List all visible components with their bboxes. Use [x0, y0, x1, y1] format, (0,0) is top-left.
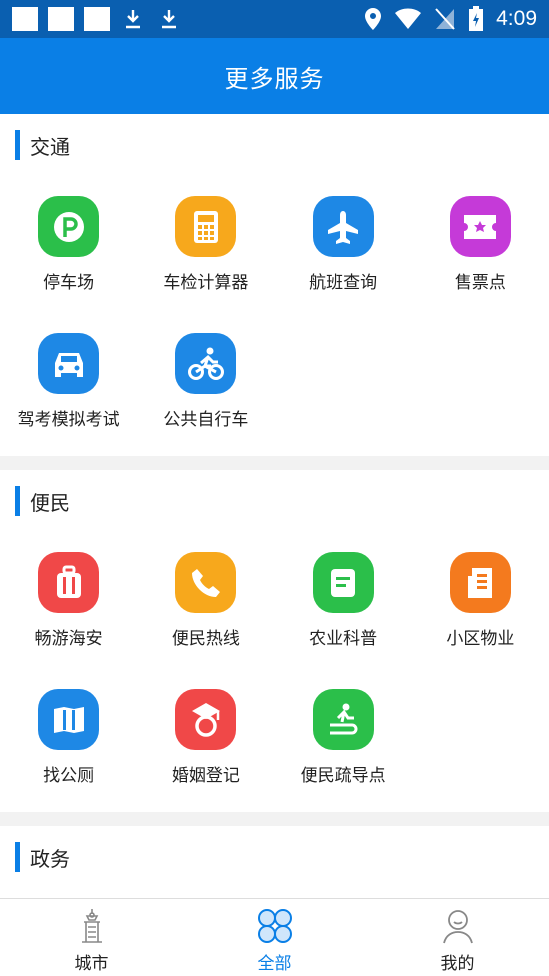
tab-all[interactable]: 全部: [183, 899, 366, 976]
page-title: 更多服务: [0, 38, 549, 114]
notification-icon: [48, 7, 74, 31]
service-agri-science[interactable]: 农业科普: [275, 532, 412, 669]
service-find-toilet[interactable]: 找公厕: [0, 669, 137, 806]
service-guide-point[interactable]: 便民疏导点: [275, 669, 412, 806]
guide-icon: [312, 689, 374, 750]
tab-mine[interactable]: 我的: [366, 899, 549, 976]
download-icon: [126, 10, 140, 29]
calculator-icon: [175, 196, 237, 257]
section-convenience: 便民 畅游海安 便民热线 农业科普 小区物业 找公厕 婚姻登记 便民疏导点: [0, 470, 549, 812]
section-title: 便民: [30, 490, 70, 515]
service-property[interactable]: 小区物业: [412, 532, 549, 669]
location-icon: [365, 8, 382, 30]
wifi-icon: [395, 8, 422, 29]
notification-icon: [84, 7, 110, 31]
battery-icon: [469, 6, 484, 31]
download-icon: [162, 10, 176, 29]
parking-icon: [38, 196, 100, 257]
service-driving-test[interactable]: 驾考模拟考试: [0, 313, 137, 450]
service-hotline[interactable]: 便民热线: [137, 532, 274, 669]
section-title: 政务: [30, 846, 70, 871]
map-icon: [38, 689, 100, 750]
notification-icon: [12, 7, 38, 31]
grid-circles-icon: [257, 909, 292, 943]
document-icon: [312, 552, 374, 613]
tab-city[interactable]: 城市: [0, 899, 183, 976]
status-bar: 4:09: [0, 0, 549, 38]
clock: 4:09: [496, 7, 537, 30]
bottom-tab-bar: 城市 全部 我的: [0, 898, 549, 976]
service-flight-query[interactable]: 航班查询: [275, 176, 412, 313]
service-ticket-outlet[interactable]: 售票点: [412, 176, 549, 313]
section-transport: 交通 停车场 车检计算器 航班查询 售票点 驾考模拟考试 公共自行车: [0, 114, 549, 456]
service-item-partial[interactable]: [275, 888, 412, 898]
bicycle-icon: [175, 333, 237, 394]
service-tour-haian[interactable]: 畅游海安: [0, 532, 137, 669]
ticket-icon: [449, 196, 511, 257]
service-item-partial[interactable]: [137, 888, 274, 898]
user-icon: [442, 910, 473, 944]
city-tower-icon: [81, 909, 102, 943]
luggage-icon: [38, 552, 100, 613]
service-marriage-registration[interactable]: 婚姻登记: [137, 669, 274, 806]
service-parking[interactable]: 停车场: [0, 176, 137, 313]
section-title: 交通: [30, 134, 70, 159]
no-signal-icon: [435, 8, 455, 30]
service-item-partial[interactable]: [412, 888, 549, 898]
section-government: 政务: [0, 826, 549, 898]
service-list[interactable]: 交通 停车场 车检计算器 航班查询 售票点 驾考模拟考试 公共自行车 便民 畅游…: [0, 114, 549, 898]
service-inspection-calculator[interactable]: 车检计算器: [137, 176, 274, 313]
ring-icon: [175, 689, 237, 750]
car-icon: [38, 333, 100, 394]
service-item-partial[interactable]: [0, 888, 137, 898]
airplane-icon: [312, 196, 374, 257]
building-icon: [449, 552, 511, 613]
phone-icon: [175, 552, 237, 613]
service-public-bicycle[interactable]: 公共自行车: [137, 313, 274, 450]
